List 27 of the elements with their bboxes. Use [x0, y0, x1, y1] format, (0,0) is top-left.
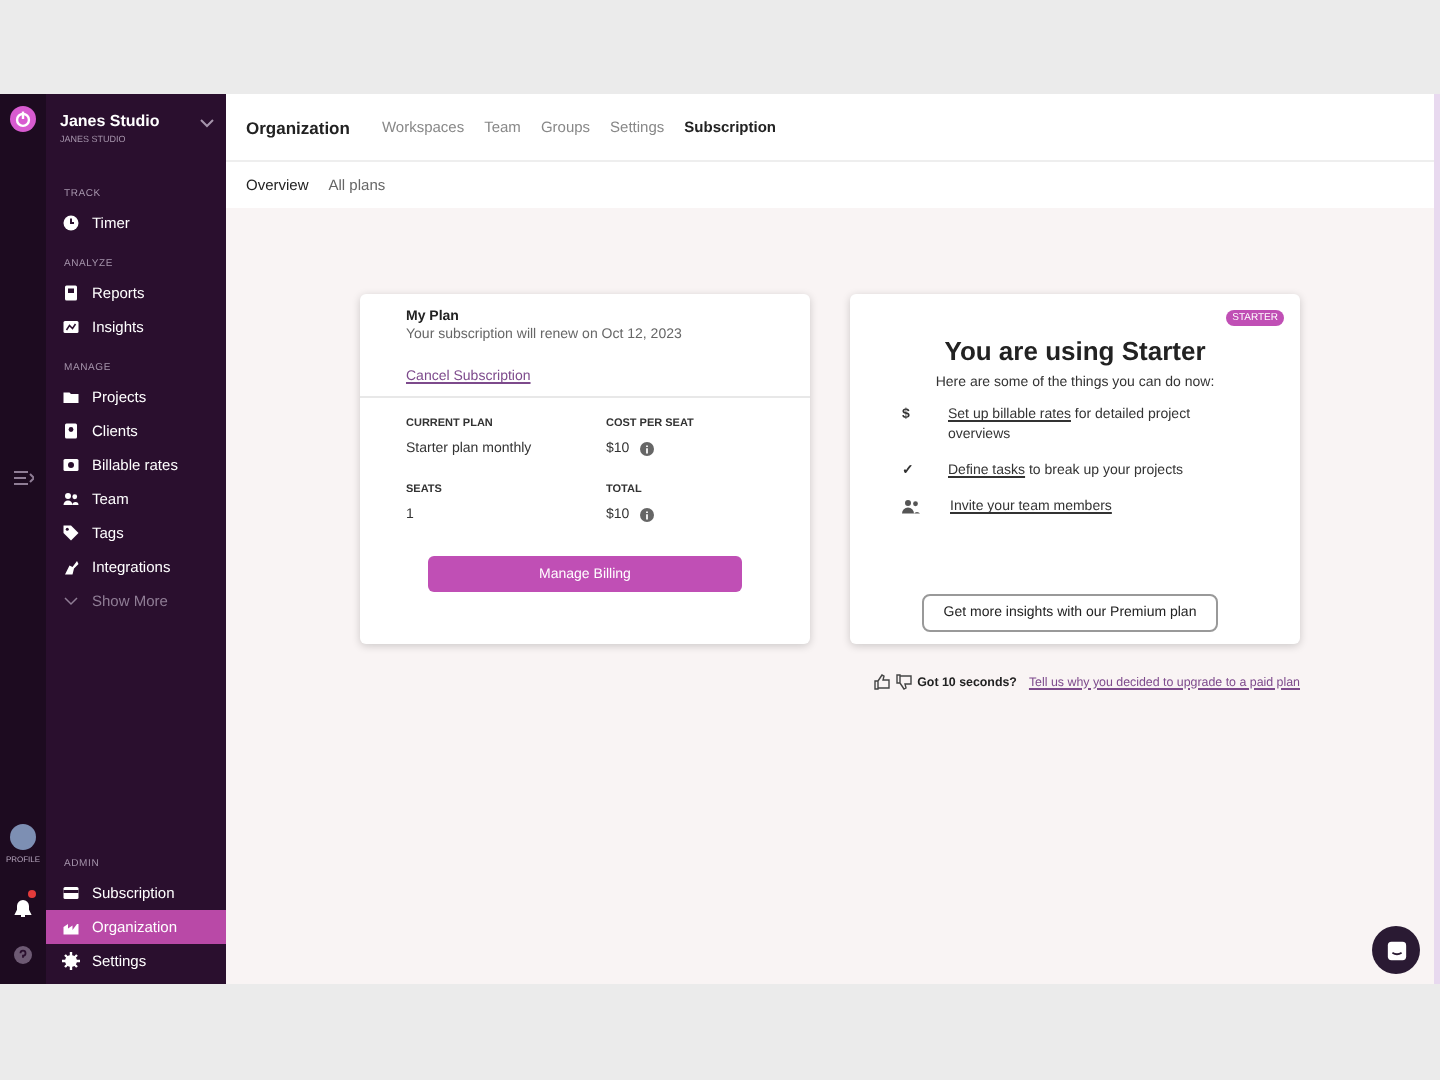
sidebar-item-icon [62, 952, 80, 970]
thumbs-down-icon[interactable] [895, 674, 912, 690]
avatar[interactable] [10, 824, 36, 850]
sidebar-item-icon [62, 388, 80, 406]
sidebar-item-icon [62, 524, 80, 542]
sidebar-item-icon [62, 284, 80, 302]
page-title: Organization [246, 117, 350, 137]
thumbs-up-icon[interactable] [873, 674, 890, 690]
chevron-icon[interactable] [200, 118, 214, 128]
people-icon [902, 498, 920, 515]
chat-icon [1385, 939, 1407, 961]
sidebar-item-icon [62, 318, 80, 336]
info-icon[interactable] [639, 508, 654, 522]
sidebar-item-icon [62, 558, 80, 576]
card-title: You are using Starter [942, 336, 1208, 366]
chevron-icon [62, 592, 80, 610]
bell-icon[interactable] [14, 892, 32, 912]
sidebar-item-icon [62, 456, 80, 474]
collapse-icon[interactable] [13, 470, 33, 486]
help-icon[interactable] [14, 946, 32, 964]
workspace-name[interactable]: Janes Studio [60, 112, 160, 130]
chat-button[interactable] [1372, 926, 1420, 974]
sidebar-item-icon [62, 214, 80, 232]
sidebar-item-icon [62, 422, 80, 440]
info-icon[interactable] [639, 442, 654, 456]
sidebar-item-icon [62, 490, 80, 508]
logo-icon[interactable] [10, 106, 36, 132]
